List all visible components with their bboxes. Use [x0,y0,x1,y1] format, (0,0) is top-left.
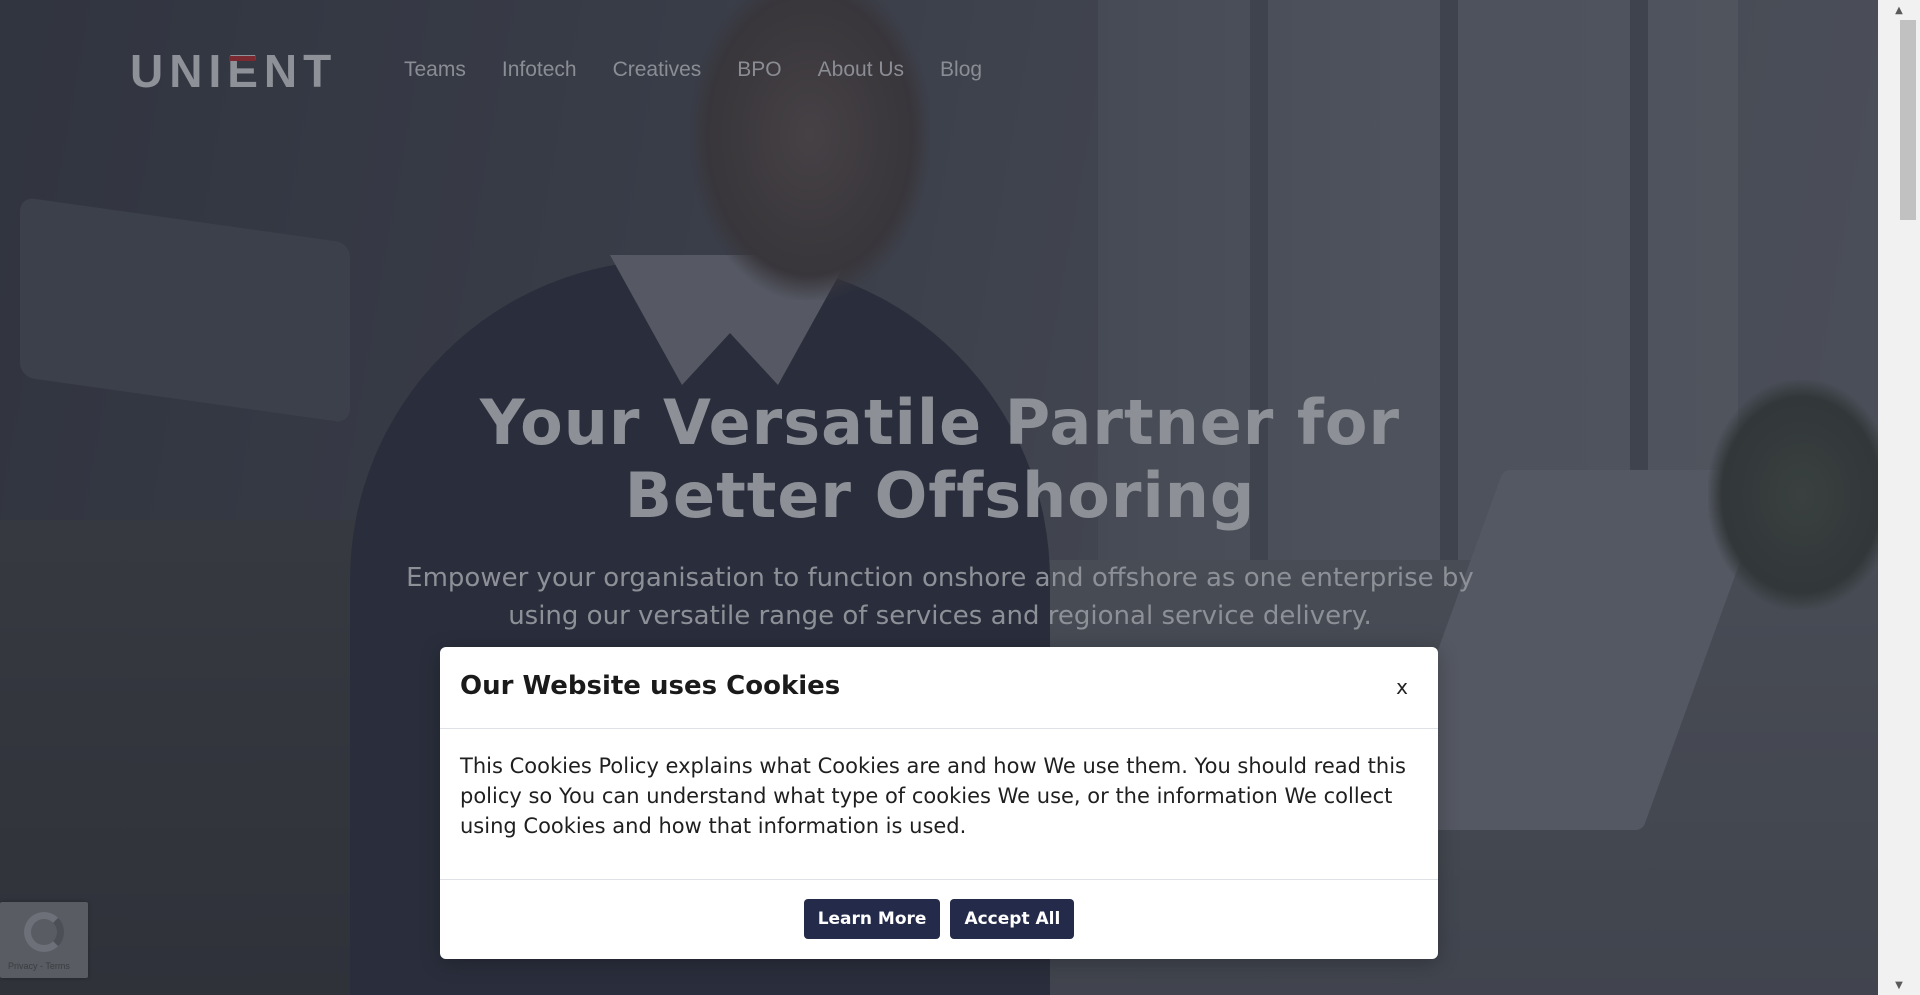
recaptcha-icon [24,912,64,952]
vertical-scrollbar[interactable]: ▲ ▼ [1878,0,1920,995]
modal-footer: Learn More Accept All [440,880,1438,958]
page-background: UNIE NT Teams Infotech Creatives BPO Abou… [0,0,1878,995]
learn-more-button[interactable]: Learn More [803,899,941,939]
site-header: UNIE NT Teams Infotech Creatives BPO Abou… [0,0,1878,145]
scroll-down-arrow-icon[interactable]: ▼ [1878,975,1920,995]
nav-item-blog[interactable]: Blog [940,58,982,82]
nav-item-creatives[interactable]: Creatives [613,58,702,82]
close-button[interactable]: x [1396,675,1408,699]
modal-header: Our Website uses Cookies x [440,647,1438,729]
hero-subtitle: Empower your organisation to function on… [406,563,1474,631]
modal-title: Our Website uses Cookies [460,671,841,701]
hero-title: Your Versatile Partner for Better Offsho… [479,386,1401,532]
scroll-up-arrow-icon[interactable]: ▲ [1878,0,1920,20]
nav-item-infotech[interactable]: Infotech [502,58,577,82]
nav-item-about-us[interactable]: About Us [818,58,904,82]
logo-text: UNIE NT [130,45,338,97]
cookie-consent-modal: Our Website uses Cookies x This Cookies … [440,647,1438,959]
recaptcha-badge[interactable]: Privacy - Terms [0,902,88,978]
scroll-thumb[interactable] [1900,20,1916,220]
main-nav: Teams Infotech Creatives BPO About Us Bl… [404,58,1018,82]
nav-item-bpo[interactable]: BPO [737,58,781,82]
modal-body: This Cookies Policy explains what Cookie… [440,729,1438,880]
accept-all-button[interactable]: Accept All [950,899,1075,939]
unient-logo[interactable]: UNIE NT [130,48,337,94]
nav-item-teams[interactable]: Teams [404,58,466,82]
recaptcha-links[interactable]: Privacy - Terms [8,961,70,971]
